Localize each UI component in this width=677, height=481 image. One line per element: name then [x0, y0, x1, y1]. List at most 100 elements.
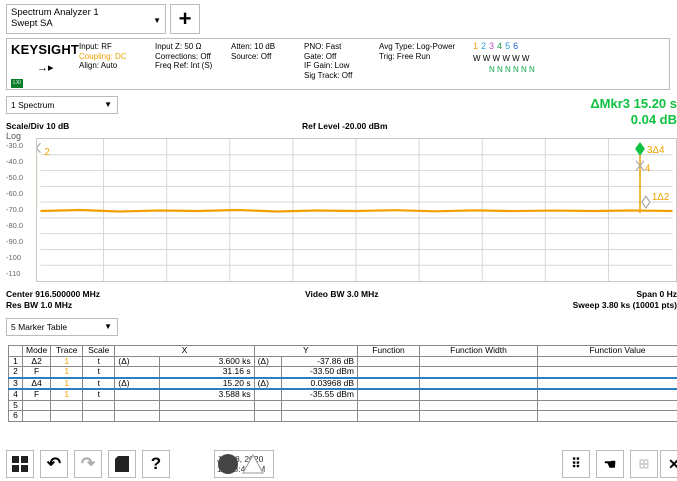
table-header: Mode Trace Scale X Y Function Function W… — [9, 346, 677, 357]
undo-icon[interactable]: ↶ — [40, 450, 68, 478]
y-tick: -60.0 — [6, 189, 36, 198]
col-scale: Scale — [83, 346, 115, 357]
trace-status[interactable]: 123456 W W W W W W N N N N N N — [473, 42, 535, 75]
mode-cell: F — [23, 367, 51, 378]
chat-icon[interactable] — [218, 454, 238, 474]
marker-label: 1Δ2 — [652, 192, 670, 203]
table-row[interactable]: 2F1t31.16 s-33.50 dBm — [9, 367, 677, 378]
redo-icon[interactable]: ↷ — [74, 450, 102, 478]
trace-cell — [51, 411, 83, 422]
x-value-cell: 3.588 ks — [159, 389, 254, 400]
y-tick: -100 — [6, 253, 36, 262]
atten-setting: Atten: 10 dB — [231, 42, 275, 52]
table-row[interactable]: 6 — [9, 411, 677, 422]
function-width-cell — [420, 378, 538, 390]
x-value-cell: 31.16 s — [159, 367, 254, 378]
col-mode: Mode — [23, 346, 51, 357]
settings-panel[interactable]: KEYSIGHT →▸ LXI Input: RF Coupling: DC A… — [6, 38, 670, 90]
table-row[interactable]: 1Δ21t(Δ)3.600 ks(Δ)-37.86 dB — [9, 356, 677, 367]
table-row[interactable]: 5 — [9, 400, 677, 411]
log-label: Log — [6, 131, 21, 141]
y-delta-cell: (Δ) — [254, 378, 281, 390]
measurement-name: Swept SA — [11, 18, 161, 29]
y-value-cell — [281, 411, 357, 422]
trace-number: 6 — [513, 41, 518, 51]
function-value-cell — [538, 389, 677, 400]
y-tick: -40.0 — [6, 157, 36, 166]
function-value-cell — [538, 356, 677, 367]
fullscreen-icon[interactable]: ✕ — [660, 450, 677, 478]
function-cell — [358, 356, 420, 367]
brand-logo: KEYSIGHT — [11, 42, 79, 57]
y-value-cell: -33.50 dBm — [281, 367, 357, 378]
y-value-cell — [281, 400, 357, 411]
windows-icon[interactable] — [6, 450, 34, 478]
sweep-time[interactable]: Sweep 3.80 ks (10001 pts) — [573, 300, 677, 310]
x-delta-cell — [115, 411, 159, 422]
center-frequency[interactable]: Center 916.500000 MHz — [6, 289, 100, 299]
x-delta-cell: (Δ) — [115, 378, 159, 390]
trace-cell: 1 — [51, 389, 83, 400]
mode-select[interactable]: Spectrum Analyzer 1 Swept SA ▼ — [6, 4, 166, 34]
row-number: 4 — [9, 389, 23, 400]
mode-cell: F — [23, 389, 51, 400]
marker-y-readout: 0.04 dB — [590, 112, 677, 128]
trace-1-line — [40, 210, 672, 211]
chevron-down-icon: ▼ — [153, 15, 161, 26]
span[interactable]: Span 0 Hz — [636, 289, 677, 299]
scale-div[interactable]: Scale/Div 10 dB — [6, 121, 69, 131]
x-delta-cell: (Δ) — [115, 356, 159, 367]
x-value-cell — [159, 411, 254, 422]
function-cell — [358, 411, 420, 422]
function-width-cell — [420, 389, 538, 400]
window5-select[interactable]: 5 Marker Table ▼ — [6, 318, 118, 336]
marker-table[interactable]: Mode Trace Scale X Y Function Function W… — [8, 345, 677, 422]
x-value-cell: 15.20 s — [159, 378, 254, 390]
y-tick: -50.0 — [6, 173, 36, 182]
table-row[interactable]: 3Δ41t(Δ)15.20 s(Δ)0.03968 dB — [9, 378, 677, 390]
trace-cell — [51, 400, 83, 411]
col-trace: Trace — [51, 346, 83, 357]
grid-icon[interactable]: ⊞ — [630, 450, 658, 478]
ref-level[interactable]: Ref Level -20.00 dBm — [302, 121, 388, 131]
function-cell — [358, 378, 420, 390]
col-function: Function — [358, 346, 420, 357]
trace-cell: 1 — [51, 378, 83, 390]
scale-cell — [83, 400, 115, 411]
y-tick: -30.0 — [6, 141, 36, 150]
source-setting: Source: Off — [231, 52, 275, 62]
x-delta-cell — [115, 389, 159, 400]
spectrum-plot[interactable]: 2 3Δ4 4 1Δ2 — [36, 138, 677, 282]
function-value-cell — [538, 378, 677, 390]
trace-number: 5 — [505, 41, 510, 51]
y-delta-cell — [254, 367, 281, 378]
file-icon[interactable] — [108, 450, 136, 478]
trace-types: W W W W W W — [473, 54, 535, 64]
col-x: X — [115, 346, 254, 357]
input-setting: Input: RF — [79, 42, 127, 52]
trace-number: 4 — [497, 41, 502, 51]
add-mode-button[interactable]: + — [170, 4, 200, 34]
mode-cell: Δ4 — [23, 378, 51, 390]
layout-icon[interactable]: ⠿ — [562, 450, 590, 478]
y-tick: -90.0 — [6, 237, 36, 246]
y-value-cell: -35.55 dBm — [281, 389, 357, 400]
y-tick: -70.0 — [6, 205, 36, 214]
touch-icon[interactable]: ☚ — [596, 450, 624, 478]
input-z-setting: Input Z: 50 Ω — [155, 42, 212, 52]
res-bw[interactable]: Res BW 1.0 MHz — [6, 300, 72, 310]
trace-number: 3 — [489, 41, 494, 51]
col-y: Y — [254, 346, 357, 357]
table-row[interactable]: 4F1t3.588 ks-35.55 dBm — [9, 389, 677, 400]
row-number: 2 — [9, 367, 23, 378]
help-icon[interactable]: ? — [142, 450, 170, 478]
warning-icon[interactable] — [242, 454, 264, 474]
y-value-cell: 0.03968 dB — [281, 378, 357, 390]
x-delta-cell — [115, 400, 159, 411]
scale-cell: t — [83, 367, 115, 378]
window1-select[interactable]: 1 Spectrum ▼ — [6, 96, 118, 114]
row-number: 3 — [9, 378, 23, 390]
function-cell — [358, 367, 420, 378]
marker-label: 3Δ4 — [647, 145, 665, 156]
video-bw[interactable]: Video BW 3.0 MHz — [305, 289, 379, 299]
